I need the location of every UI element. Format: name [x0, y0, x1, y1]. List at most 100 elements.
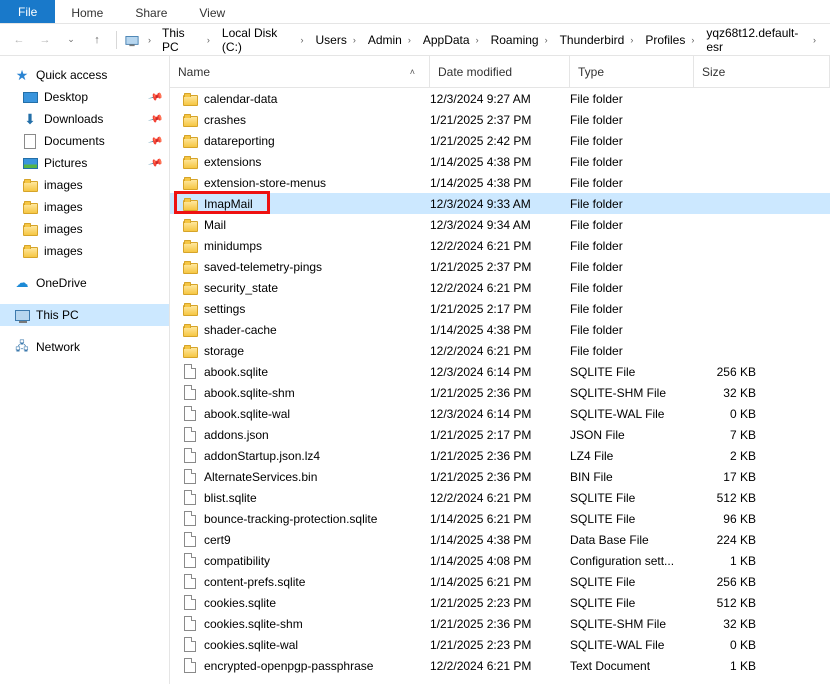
cell-date: 1/14/2025 4:38 PM — [430, 533, 570, 547]
file-row[interactable]: minidumps12/2/2024 6:21 PMFile folder — [170, 235, 830, 256]
folder-icon — [182, 196, 198, 212]
nav-back[interactable]: ← — [8, 29, 30, 51]
nav-item[interactable]: Documents📌 — [0, 130, 169, 152]
cell-size: 512 KB — [694, 596, 764, 610]
chevron-right-icon[interactable]: › — [472, 35, 483, 45]
breadcrumb-segment[interactable]: Roaming› — [487, 24, 554, 55]
cell-date: 1/14/2025 4:38 PM — [430, 323, 570, 337]
file-row[interactable]: storage12/2/2024 6:21 PMFile folder — [170, 340, 830, 361]
file-row[interactable]: AlternateServices.bin1/21/2025 2:36 PMBI… — [170, 466, 830, 487]
cell-name: blist.sqlite — [182, 490, 430, 506]
cell-size: 2 KB — [694, 449, 764, 463]
breadcrumb-segment[interactable]: Admin› — [364, 24, 417, 55]
chevron-right-icon[interactable]: › — [626, 35, 637, 45]
nav-item-label: images — [44, 178, 83, 192]
nav-quick-access[interactable]: ★ Quick access — [0, 64, 169, 86]
breadcrumb-segment[interactable]: yqz68t12.default-esr› — [702, 24, 822, 55]
file-row[interactable]: settings1/21/2025 2:17 PMFile folder — [170, 298, 830, 319]
file-row[interactable]: extensions1/14/2025 4:38 PMFile folder — [170, 151, 830, 172]
nav-this-pc[interactable]: This PC — [0, 304, 169, 326]
breadcrumb-segment[interactable]: Local Disk (C:)› — [218, 24, 310, 55]
cell-name: Mail — [182, 217, 430, 233]
file-row[interactable]: blist.sqlite12/2/2024 6:21 PMSQLITE File… — [170, 487, 830, 508]
file-row[interactable]: content-prefs.sqlite1/14/2025 6:21 PMSQL… — [170, 571, 830, 592]
cell-name: extensions — [182, 154, 430, 170]
file-row[interactable]: ImapMail12/3/2024 9:33 AMFile folder — [170, 193, 830, 214]
chevron-right-icon[interactable]: › — [404, 35, 415, 45]
chevron-right-icon[interactable]: › — [809, 35, 820, 45]
nav-network[interactable]: 🖧 Network — [0, 336, 169, 358]
file-name-label: blist.sqlite — [204, 491, 257, 505]
column-type[interactable]: Type — [570, 56, 694, 87]
file-row[interactable]: saved-telemetry-pings1/21/2025 2:37 PMFi… — [170, 256, 830, 277]
file-row[interactable]: extension-store-menus1/14/2025 4:38 PMFi… — [170, 172, 830, 193]
chevron-right-icon[interactable]: › — [297, 35, 308, 45]
file-row[interactable]: addons.json1/21/2025 2:17 PMJSON File7 K… — [170, 424, 830, 445]
file-row[interactable]: cookies.sqlite1/21/2025 2:23 PMSQLITE Fi… — [170, 592, 830, 613]
nav-item[interactable]: Pictures📌 — [0, 152, 169, 174]
breadcrumb-segment[interactable]: AppData› — [419, 24, 485, 55]
nav-item[interactable]: Desktop📌 — [0, 86, 169, 108]
cell-name: encrypted-openpgp-passphrase — [182, 658, 430, 674]
tab-share[interactable]: Share — [119, 0, 183, 23]
tab-home[interactable]: Home — [55, 0, 119, 23]
file-row[interactable]: security_state12/2/2024 6:21 PMFile fold… — [170, 277, 830, 298]
drive-icon — [125, 33, 141, 47]
cell-size: 96 KB — [694, 512, 764, 526]
file-row[interactable]: compatibility1/14/2025 4:08 PMConfigurat… — [170, 550, 830, 571]
file-row[interactable]: bounce-tracking-protection.sqlite1/14/20… — [170, 508, 830, 529]
file-row[interactable]: abook.sqlite-wal12/3/2024 6:14 PMSQLITE-… — [170, 403, 830, 424]
cell-name: datareporting — [182, 133, 430, 149]
file-icon — [182, 469, 198, 485]
file-name-label: cookies.sqlite-shm — [204, 617, 303, 631]
breadcrumb-segment[interactable]: Users› — [312, 24, 362, 55]
chevron-right-icon[interactable]: › — [687, 35, 698, 45]
breadcrumb-segment[interactable]: Thunderbird› — [556, 24, 640, 55]
recent-locations-dropdown[interactable]: ⌄ — [60, 29, 82, 51]
folder-icon — [22, 199, 38, 215]
file-row[interactable]: cert91/14/2025 4:38 PMData Base File224 … — [170, 529, 830, 550]
column-name[interactable]: Name ˄ — [170, 56, 430, 87]
file-name-label: compatibility — [204, 554, 270, 568]
file-icon — [182, 658, 198, 674]
file-row[interactable]: datareporting1/21/2025 2:42 PMFile folde… — [170, 130, 830, 151]
nav-item[interactable]: images — [0, 174, 169, 196]
cell-date: 12/2/2024 6:21 PM — [430, 344, 570, 358]
file-row[interactable]: addonStartup.json.lz41/21/2025 2:36 PMLZ… — [170, 445, 830, 466]
nav-item[interactable]: images — [0, 196, 169, 218]
chevron-right-icon[interactable]: › — [203, 35, 214, 45]
file-row[interactable]: cookies.sqlite-wal1/21/2025 2:23 PMSQLIT… — [170, 634, 830, 655]
cell-name: storage — [182, 343, 430, 359]
breadcrumb-segment[interactable]: Profiles› — [641, 24, 700, 55]
cell-size: 32 KB — [694, 617, 764, 631]
file-row[interactable]: Mail12/3/2024 9:34 AMFile folder — [170, 214, 830, 235]
file-row[interactable]: shader-cache1/14/2025 4:38 PMFile folder — [170, 319, 830, 340]
cell-name: AlternateServices.bin — [182, 469, 430, 485]
chevron-right-icon[interactable]: › — [349, 35, 360, 45]
file-row[interactable]: encrypted-openpgp-passphrase12/2/2024 6:… — [170, 655, 830, 676]
cell-date: 1/14/2025 4:08 PM — [430, 554, 570, 568]
breadcrumb-root-chevron[interactable]: › — [145, 35, 154, 45]
file-name-label: cookies.sqlite-wal — [204, 638, 298, 652]
nav-item[interactable]: ⬇Downloads📌 — [0, 108, 169, 130]
cell-type: File folder — [570, 155, 694, 169]
column-date[interactable]: Date modified — [430, 56, 570, 87]
nav-forward[interactable]: → — [34, 29, 56, 51]
file-row[interactable]: abook.sqlite12/3/2024 6:14 PMSQLITE File… — [170, 361, 830, 382]
file-icon — [182, 427, 198, 443]
column-size[interactable]: Size — [694, 56, 830, 87]
file-row[interactable]: crashes1/21/2025 2:37 PMFile folder — [170, 109, 830, 130]
cell-name: addons.json — [182, 427, 430, 443]
file-row[interactable]: cookies.sqlite-shm1/21/2025 2:36 PMSQLIT… — [170, 613, 830, 634]
breadcrumb-segment[interactable]: This PC› — [158, 24, 216, 55]
downloads-icon: ⬇ — [22, 111, 38, 127]
tab-file[interactable]: File — [0, 0, 55, 23]
nav-up[interactable]: ↑ — [86, 29, 108, 51]
chevron-right-icon[interactable]: › — [541, 35, 552, 45]
nav-item[interactable]: images — [0, 240, 169, 262]
file-row[interactable]: abook.sqlite-shm1/21/2025 2:36 PMSQLITE-… — [170, 382, 830, 403]
nav-onedrive[interactable]: ☁ OneDrive — [0, 272, 169, 294]
tab-view[interactable]: View — [183, 0, 241, 23]
nav-item[interactable]: images — [0, 218, 169, 240]
file-row[interactable]: calendar-data12/3/2024 9:27 AMFile folde… — [170, 88, 830, 109]
